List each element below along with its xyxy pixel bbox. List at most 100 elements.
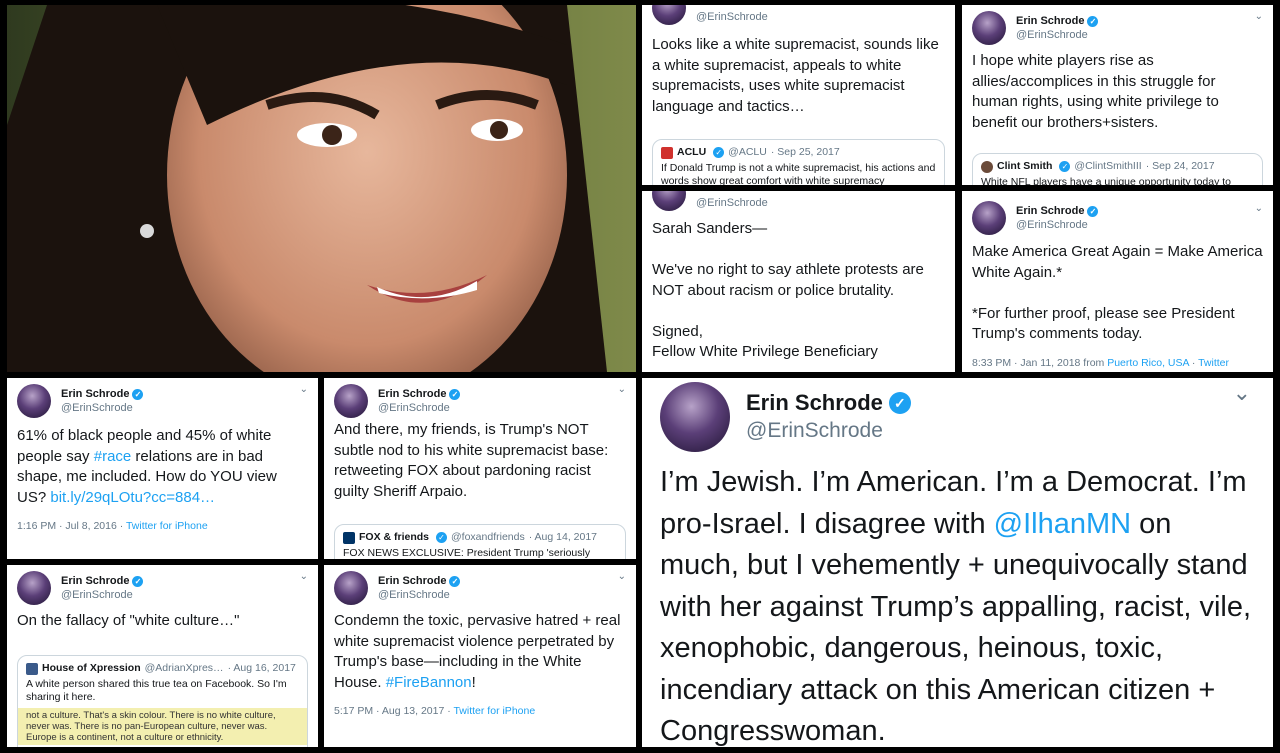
tweet-text-b: on much, but I vehemently + unequivocall…	[660, 507, 1252, 748]
hashtag-link[interactable]: #FireBannon	[386, 674, 472, 691]
avatar[interactable]	[660, 382, 730, 452]
chevron-down-icon[interactable]: ⌄	[1255, 203, 1263, 214]
hashtag-link[interactable]: #race	[94, 448, 132, 465]
meta-separator: ·	[1188, 357, 1199, 369]
tweet-text: And there, my friends, is Trump's NOT su…	[334, 421, 609, 500]
tweet-card-1[interactable]: @ErinSchrode Looks like a white supremac…	[642, 5, 955, 185]
chevron-down-icon[interactable]: ⌄	[618, 571, 626, 582]
tweet-card-7[interactable]: Erin Schrode ✓ @ErinSchrode ⌄ On the falla…	[7, 565, 318, 747]
handle[interactable]: @ErinSchrode	[1016, 218, 1098, 232]
quote-handle: @ClintSmithIII	[1074, 160, 1142, 172]
avatar[interactable]	[652, 191, 686, 211]
fox-logo-icon	[343, 531, 355, 544]
tweet-meta: 5:17 PM · Aug 13, 2017 · Twitter for iPh…	[334, 705, 535, 717]
tweet-text: Sarah Sanders— We've no right to say ath…	[652, 220, 924, 360]
handle[interactable]: @ErinSchrode	[378, 401, 460, 415]
quote-name: Clint Smith	[997, 160, 1053, 172]
quote-date: · Sep 25, 2017	[770, 146, 840, 158]
quote-text: If Donald Trump is not a white supremaci…	[661, 162, 936, 185]
aclu-logo-icon	[661, 146, 673, 159]
quote-text: FOX NEWS EXCLUSIVE: President Trump 'ser…	[343, 547, 591, 559]
tweet-card-3[interactable]: @ErinSchrode Sarah Sanders— We've no rig…	[642, 191, 955, 372]
avatar[interactable]	[17, 384, 51, 418]
avatar[interactable]	[972, 201, 1006, 235]
verified-badge-icon: ✓	[1059, 161, 1071, 172]
handle[interactable]: @ErinSchrode	[61, 401, 143, 415]
source-link[interactable]: Twitter	[1198, 357, 1229, 369]
quote-handle: @AdrianXpres…	[144, 662, 224, 674]
verified-badge-icon: ✓	[132, 575, 144, 587]
tweet-text-b: !	[471, 673, 476, 691]
tweet-card-5[interactable]: Erin Schrode ✓ @ErinSchrode ⌄ 61% of black…	[7, 378, 318, 559]
verified-badge-icon: ✓	[132, 388, 144, 400]
handle[interactable]: @ErinSchrode	[746, 417, 911, 445]
quote-text: A white person shared this true tea on F…	[26, 678, 287, 703]
avatar[interactable]	[652, 5, 686, 25]
tweet-card-6[interactable]: Erin Schrode ✓ @ErinSchrode ⌄ And there, m…	[324, 378, 636, 559]
timestamp[interactable]: 8:33 PM · Jan 11, 2018 from	[972, 357, 1107, 369]
handle[interactable]: @ErinSchrode	[696, 196, 768, 210]
verified-badge-icon: ✓	[449, 388, 461, 400]
verified-badge-icon: ✓	[713, 147, 725, 158]
tweet-text: I’m Jewish. I’m American. I’m a Democrat…	[660, 462, 1257, 747]
quote-date: · Aug 16, 2017	[227, 662, 296, 674]
display-name[interactable]: Erin Schrode	[378, 387, 446, 401]
display-name[interactable]: Erin Schrode	[746, 389, 883, 417]
quoted-tweet[interactable]: ACLU ✓ @ACLU · Sep 25, 2017 If Donald Trump…	[652, 139, 945, 185]
quoted-tweet[interactable]: Clint Smith ✓ @ClintSmithIII · Sep 24, 2017…	[972, 153, 1263, 185]
handle[interactable]: @ErinSchrode	[61, 588, 143, 602]
tweet-card-8[interactable]: Erin Schrode ✓ @ErinSchrode ⌄ Condemn the …	[324, 565, 636, 747]
quoted-tweet[interactable]: FOX & friends ✓ @foxandfriends · Aug 14, 20…	[334, 524, 626, 559]
quote-name: FOX & friends	[359, 531, 430, 543]
handle[interactable]: @ErinSchrode	[696, 10, 768, 24]
chevron-down-icon[interactable]: ⌄	[1233, 380, 1251, 406]
quote-date: · Sep 24, 2017	[1145, 160, 1215, 172]
quoted-tweet[interactable]: House of Xpression @AdrianXpres… · Aug 16,…	[17, 655, 308, 747]
tweet-text: On the fallacy of "white culture…"	[17, 612, 240, 629]
tweet-text: Looks like a white supremacist, sounds l…	[652, 36, 939, 115]
chevron-down-icon[interactable]: ⌄	[300, 571, 308, 582]
quote-name: House of Xpression	[42, 662, 141, 674]
chevron-down-icon[interactable]: ⌄	[1255, 11, 1263, 22]
tweet-meta: 1:16 PM · Jul 8, 2016 · Twitter for iPho…	[17, 520, 208, 532]
mention-link[interactable]: @IlhanMN	[994, 508, 1131, 540]
avatar[interactable]	[972, 11, 1006, 45]
quote-avatar	[26, 662, 38, 675]
tweet-text: Make America Great Again = Make America …	[972, 243, 1263, 342]
display-name[interactable]: Erin Schrode	[1016, 14, 1084, 28]
location-link[interactable]: Puerto Rico, USA	[1107, 357, 1189, 369]
tweet-card-4[interactable]: Erin Schrode ✓ @ErinSchrode ⌄ Make America…	[962, 191, 1273, 372]
chevron-down-icon[interactable]: ⌄	[618, 384, 626, 395]
source-link[interactable]: Twitter for iPhone	[126, 520, 208, 532]
tweet-meta: 8:33 PM · Jan 11, 2018 from Puerto Rico,…	[972, 357, 1229, 369]
timestamp[interactable]: 5:17 PM · Aug 13, 2017 ·	[334, 705, 453, 717]
display-name[interactable]: Erin Schrode	[1016, 204, 1084, 218]
tweet-card-2[interactable]: Erin Schrode ✓ @ErinSchrode ⌄ I hope white…	[962, 5, 1273, 185]
tweet-text-a: Condemn the toxic, pervasive hatred + re…	[334, 612, 621, 691]
source-link[interactable]: Twitter for iPhone	[453, 705, 535, 717]
avatar[interactable]	[334, 571, 368, 605]
portrait-photo	[7, 5, 636, 372]
verified-badge-icon: ✓	[436, 532, 448, 543]
quote-name: ACLU	[677, 146, 707, 158]
display-name[interactable]: Erin Schrode	[378, 574, 446, 588]
chevron-down-icon[interactable]: ⌄	[300, 384, 308, 395]
display-name[interactable]: Erin Schrode	[61, 574, 129, 588]
handle[interactable]: @ErinSchrode	[378, 588, 460, 602]
avatar[interactable]	[17, 571, 51, 605]
url-link[interactable]: bit.ly/29qLOtu?cc=884…	[50, 489, 215, 506]
quote-avatar	[981, 160, 993, 173]
verified-badge-icon: ✓	[1087, 15, 1099, 27]
tweet-card-9[interactable]: Erin Schrode ✓ @ErinSchrode ⌄ I’m Jewish.…	[642, 378, 1273, 747]
tweet-text: I hope white players rise as allies/acco…	[972, 52, 1219, 131]
quote-handle: @foxandfriends	[451, 531, 525, 543]
tweet-text: Condemn the toxic, pervasive hatred + re…	[334, 611, 626, 693]
handle[interactable]: @ErinSchrode	[1016, 28, 1098, 42]
display-name[interactable]: Erin Schrode	[61, 387, 129, 401]
portrait-photo-drawing	[7, 5, 636, 372]
tweet-text: 61% of black people and 45% of white peo…	[17, 426, 308, 508]
quote-handle: @ACLU	[728, 146, 767, 158]
avatar[interactable]	[334, 384, 368, 418]
verified-badge-icon: ✓	[888, 392, 911, 414]
timestamp[interactable]: 1:16 PM · Jul 8, 2016 ·	[17, 520, 126, 532]
